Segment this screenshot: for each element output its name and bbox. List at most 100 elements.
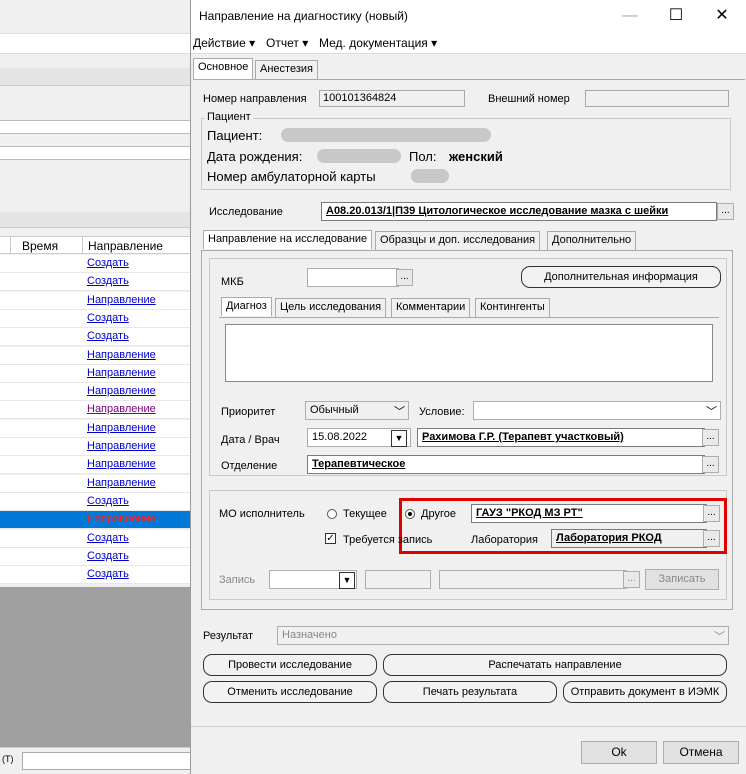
print-direction-button[interactable]: Распечатать направление — [383, 654, 727, 676]
bg-row-link[interactable]: Направление — [87, 294, 156, 306]
bg-table-row[interactable]: Направление — [0, 401, 192, 420]
record-slot-field — [439, 570, 627, 589]
bg-table-row[interactable]: Создать — [0, 255, 192, 273]
tab-diagnosis[interactable]: Диагноз — [221, 297, 272, 316]
bg-table-row[interactable]: Создать — [0, 309, 192, 328]
bg-row-link[interactable]: Направление — [87, 403, 156, 415]
doctor-lookup-button[interactable]: ... — [702, 429, 719, 446]
bg-row-link[interactable]: Направление — [87, 458, 156, 470]
bg-row-link[interactable]: Создать — [87, 532, 129, 544]
bg-table-row[interactable]: Создать — [0, 547, 192, 566]
close-button[interactable]: ✕ — [699, 0, 745, 32]
minimize-button[interactable]: — — [607, 0, 653, 32]
priority-select[interactable]: Обычный ﹀ — [305, 401, 409, 420]
bg-table-row[interactable]: Создать — [0, 566, 192, 585]
tab-samples[interactable]: Образцы и доп. исследования — [375, 231, 541, 250]
bg-row-link[interactable]: Создать — [87, 568, 129, 580]
bg-bottom-field[interactable] — [22, 752, 192, 770]
diagnostic-direction-dialog: Направление на диагностику (новый) — ☐ ✕… — [190, 0, 746, 774]
record-button[interactable]: Записать — [645, 569, 719, 590]
bg-row-link[interactable]: Направление — [87, 385, 156, 397]
bg-table-row[interactable]: Создать — [0, 328, 192, 347]
bg-row-link[interactable]: Создать — [87, 257, 129, 269]
bg-status-strip: (Т) — [0, 747, 192, 774]
bg-col-direction: Направление — [88, 239, 163, 253]
menu-med-docs[interactable]: Мед. документация ▾ — [319, 36, 437, 50]
result-select: Назначено ﹀ — [277, 626, 729, 645]
bg-table-row[interactable]: Направление — [0, 383, 192, 402]
direction-number-label: Номер направления — [203, 93, 307, 105]
bg-row-link[interactable]: Создать — [87, 312, 129, 324]
mkb-field[interactable] — [307, 268, 399, 287]
background-window: Время Направление Создать Создать Направле… — [0, 0, 192, 774]
ok-button[interactable]: Ok — [581, 741, 657, 764]
bg-row-link[interactable]: Создать — [87, 275, 129, 287]
window-title: Направление на диагностику (новый) — [199, 9, 408, 23]
cancel-study-button[interactable]: Отменить исследование — [203, 681, 377, 703]
tab-anesthesia[interactable]: Анестезия — [255, 60, 318, 79]
radio-current-label: Текущее — [343, 508, 387, 520]
date-value: 15.08.2022 — [312, 431, 368, 443]
bg-row-link[interactable]: Создать — [87, 550, 129, 562]
extra-info-button[interactable]: Дополнительная информация — [521, 266, 721, 288]
bg-table-row[interactable]: Направление — [0, 364, 192, 383]
lab-field[interactable]: Лаборатория РКОД — [551, 529, 707, 548]
bg-table-row[interactable]: Направление — [0, 346, 192, 365]
department-lookup-button[interactable]: ... — [702, 456, 719, 473]
tab-study-purpose[interactable]: Цель исследования — [275, 298, 387, 317]
bg-table-row[interactable]: Создать — [0, 492, 192, 511]
bg-band — [0, 120, 192, 134]
bg-table-row[interactable]: Направление — [0, 419, 192, 438]
bg-table-row[interactable]: Направление — [0, 474, 192, 493]
conduct-study-button[interactable]: Провести исследование — [203, 654, 377, 676]
tab-direction-study[interactable]: Направление на исследование — [203, 230, 373, 249]
bg-band — [0, 212, 192, 228]
need-record-label: Требуется запись — [343, 534, 433, 546]
bg-row-link[interactable]: Направление — [87, 477, 156, 489]
bg-row-link[interactable]: Направление — [87, 440, 156, 452]
diagnosis-text-area[interactable] — [225, 324, 713, 382]
cancel-button[interactable]: Отмена — [663, 741, 739, 764]
mkb-label: МКБ — [221, 276, 244, 288]
bg-table-row[interactable]: Направление — [0, 456, 192, 475]
lab-lookup-button[interactable]: ... — [703, 530, 720, 547]
bg-row-link[interactable]: Направление — [87, 513, 156, 525]
study-label: Исследование — [209, 206, 283, 218]
bg-table-row[interactable]: Создать — [0, 273, 192, 292]
radio-other[interactable] — [405, 509, 415, 519]
menu-action[interactable]: Действие ▾ — [193, 36, 255, 50]
bg-row-link[interactable]: Направление — [87, 367, 156, 379]
send-iemk-button[interactable]: Отправить документ в ИЭМК — [563, 681, 727, 703]
tab-main[interactable]: Основное — [193, 58, 254, 79]
bg-table-row[interactable]: Направление — [0, 511, 192, 530]
condition-select[interactable]: ﹀ — [473, 401, 721, 420]
patient-group-title: Пациент — [205, 111, 253, 123]
radio-current[interactable] — [327, 509, 337, 519]
study-field[interactable]: A08.20.013/1|П39 Цитологическое исследов… — [321, 202, 717, 221]
print-result-button[interactable]: Печать результата — [383, 681, 557, 703]
date-dropdown-icon[interactable]: ▼ — [391, 430, 407, 447]
need-record-checkbox[interactable]: ✓ — [325, 533, 336, 544]
department-field[interactable]: Терапевтическое — [307, 455, 705, 474]
mo-field[interactable]: ГАУЗ "РКОД МЗ РТ" — [471, 504, 707, 523]
bg-row-link[interactable]: Направление — [87, 422, 156, 434]
bg-row-link[interactable]: Создать — [87, 495, 129, 507]
tab-comments[interactable]: Комментарии — [391, 298, 471, 317]
study-lookup-button[interactable]: ... — [717, 203, 734, 220]
bg-table-row[interactable]: Направление — [0, 438, 192, 456]
sex-value: женский — [449, 149, 503, 164]
doctor-field[interactable]: Рахимова Г.Р. (Терапевт участковый) — [417, 428, 705, 447]
bg-row-link[interactable]: Создать — [87, 330, 129, 342]
record-dropdown-icon[interactable]: ▼ — [339, 572, 355, 589]
bg-row-link[interactable]: Направление — [87, 349, 156, 361]
tab-additional[interactable]: Дополнительно — [547, 231, 637, 250]
mo-lookup-button[interactable]: ... — [703, 505, 720, 522]
menu-report[interactable]: Отчет ▾ — [266, 36, 308, 50]
bg-table-row[interactable]: Создать — [0, 529, 192, 548]
bg-band — [0, 146, 192, 160]
tab-contingents[interactable]: Контингенты — [475, 298, 550, 317]
bg-table-row[interactable]: Направление — [0, 291, 192, 310]
maximize-button[interactable]: ☐ — [653, 0, 699, 32]
mkb-lookup-button[interactable]: ... — [396, 269, 413, 286]
mo-label: МО исполнитель — [219, 508, 305, 520]
